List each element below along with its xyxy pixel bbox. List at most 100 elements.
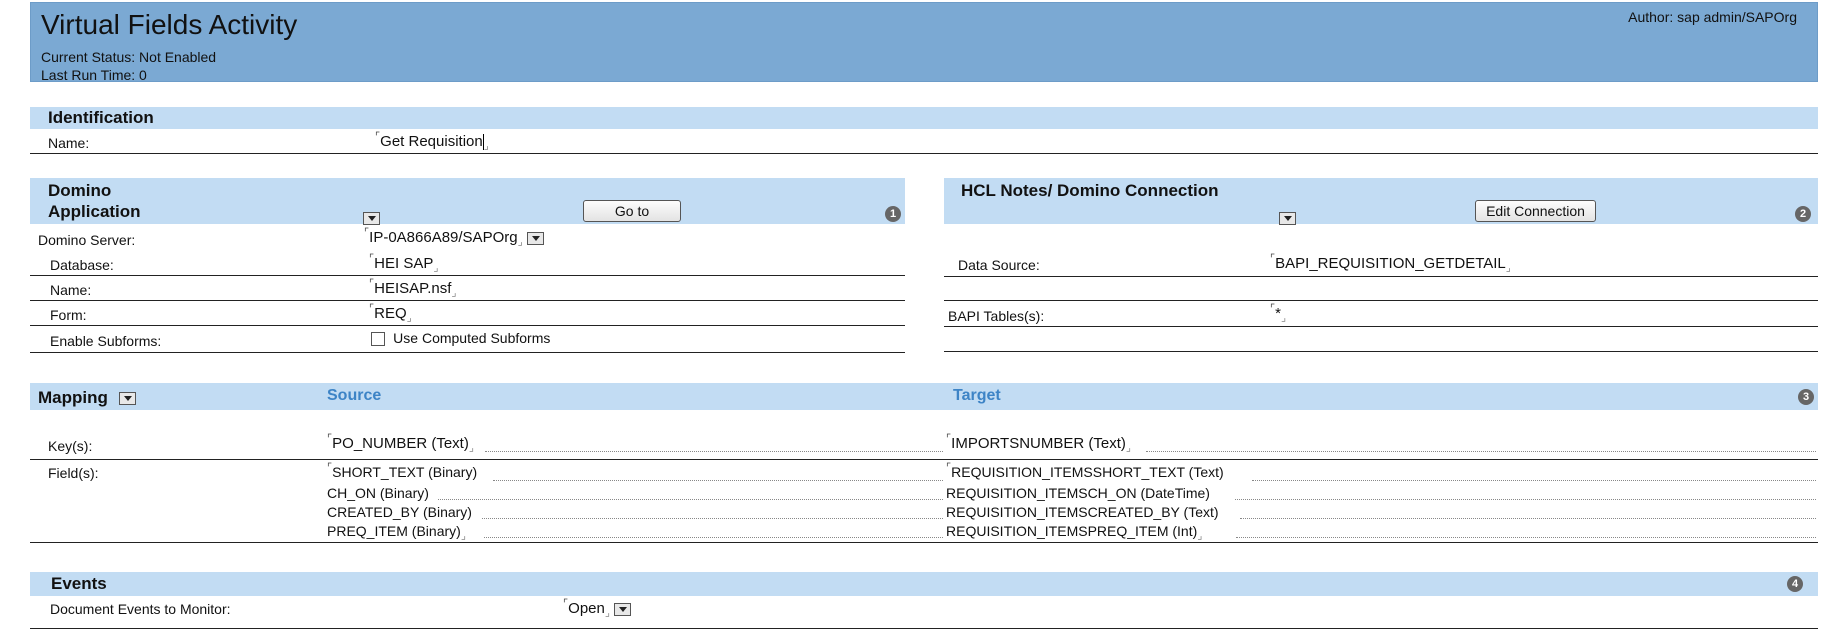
domino-heading: Domino Application xyxy=(48,180,141,222)
datasource-label: Data Source: xyxy=(958,257,1040,273)
subforms-option[interactable]: Use Computed Subforms xyxy=(371,330,550,347)
leader-line xyxy=(484,537,943,538)
field-target-2[interactable]: REQUISITION_ITEMSCH_ON (DateTime) xyxy=(946,485,1210,501)
field-end-marker xyxy=(484,133,489,150)
computed-subforms-label[interactable]: Use Computed Subforms xyxy=(393,330,550,346)
bapi-tables-field[interactable]: * xyxy=(1270,305,1286,322)
field-end-marker xyxy=(1506,255,1511,272)
field-source-3[interactable]: CREATED_BY (Binary) xyxy=(327,504,472,520)
datasource-value[interactable]: BAPI_REQUISITION_GETDETAIL xyxy=(1275,255,1506,272)
divider xyxy=(30,325,905,326)
page-title: Virtual Fields Activity xyxy=(41,9,298,40)
domino-band xyxy=(30,178,905,224)
current-status: Current Status: Not Enabled xyxy=(41,49,217,65)
key-source-value[interactable]: PO_NUMBER (Text) xyxy=(332,435,469,452)
key-target-field[interactable]: IMPORTSNUMBER (Text) xyxy=(946,435,1131,452)
events-band xyxy=(30,572,1818,596)
field-source-item[interactable]: SHORT_TEXT (Binary) xyxy=(327,463,477,484)
mapping-band xyxy=(30,383,1818,410)
db-name-field[interactable]: HEISAP.nsf xyxy=(369,280,457,297)
target-column-header: Target xyxy=(953,387,1001,404)
divider xyxy=(30,542,1818,543)
form-field[interactable]: REQ xyxy=(369,305,412,322)
domino-server-label: Domino Server: xyxy=(38,232,136,248)
step-3-icon: 3 xyxy=(1798,389,1814,405)
divider xyxy=(30,628,1818,629)
events-monitor-value[interactable]: Open xyxy=(568,600,605,617)
goto-button[interactable]: Go to xyxy=(583,200,681,222)
field-target-item[interactable]: REQUISITION_ITEMSCH_ON (DateTime) xyxy=(946,484,1224,503)
field-target-3[interactable]: REQUISITION_ITEMSCREATED_BY (Text) xyxy=(946,504,1219,520)
mapping-heading-label: Mapping xyxy=(38,388,108,407)
field-end-marker xyxy=(407,305,412,322)
datasource-field[interactable]: BAPI_REQUISITION_GETDETAIL xyxy=(1270,255,1511,272)
activity-header: Virtual Fields Activity Current Status: … xyxy=(30,2,1818,83)
identification-band xyxy=(30,107,1818,129)
computed-subforms-checkbox[interactable] xyxy=(371,332,385,347)
identification-heading: Identification xyxy=(48,108,154,127)
step-1-icon: 1 xyxy=(885,206,901,222)
author: Author: sap admin/SAPOrg xyxy=(1628,9,1797,25)
identification-name-field[interactable]: Get Requisition xyxy=(375,133,489,151)
divider xyxy=(30,153,1818,154)
step-2-icon: 2 xyxy=(1795,206,1811,222)
leader-line xyxy=(485,451,943,452)
domino-server-field[interactable]: IP-0A866A89/SAPOrg xyxy=(364,229,544,246)
leader-line xyxy=(1236,537,1816,538)
divider xyxy=(944,326,1818,327)
field-source-4[interactable]: PREQ_ITEM (Binary) xyxy=(327,523,461,539)
db-name-label: Name: xyxy=(50,282,92,298)
leader-line xyxy=(1235,499,1816,500)
divider xyxy=(944,276,1818,277)
field-end-marker xyxy=(469,435,474,452)
field-end-marker xyxy=(1126,435,1131,452)
field-end-marker xyxy=(1197,523,1202,539)
leader-line xyxy=(1146,451,1816,452)
mapping-heading: Mapping xyxy=(38,388,136,408)
field-target-item[interactable]: REQUISITION_ITEMSPREQ_ITEM (Int) xyxy=(946,522,1224,543)
field-source-item[interactable]: CREATED_BY (Binary) xyxy=(327,503,477,522)
edit-connection-button[interactable]: Edit Connection xyxy=(1475,200,1596,222)
database-label: Database: xyxy=(50,257,114,273)
connection-heading: HCL Notes/ Domino Connection xyxy=(961,181,1219,200)
database-value[interactable]: HEI SAP xyxy=(374,255,433,272)
events-monitor-dropdown[interactable] xyxy=(614,602,632,616)
form-label: Form: xyxy=(50,307,87,323)
field-source-item[interactable]: PREQ_ITEM (Binary) xyxy=(327,522,477,543)
divider xyxy=(30,459,1818,460)
field-source-2[interactable]: CH_ON (Binary) xyxy=(327,485,429,501)
database-field[interactable]: HEI SAP xyxy=(369,255,439,272)
field-target-4[interactable]: REQUISITION_ITEMSPREQ_ITEM (Int) xyxy=(946,523,1197,539)
key-target-value[interactable]: IMPORTSNUMBER (Text) xyxy=(951,435,1126,452)
domino-server-value[interactable]: IP-0A866A89/SAPOrg xyxy=(369,229,517,246)
field-end-marker xyxy=(451,280,456,297)
field-target-list[interactable]: REQUISITION_ITEMSSHORT_TEXT (Text) REQUI… xyxy=(946,463,1224,543)
field-end-marker xyxy=(461,523,466,539)
key-source-field[interactable]: PO_NUMBER (Text) xyxy=(327,435,474,452)
field-target-item[interactable]: REQUISITION_ITEMSSHORT_TEXT (Text) xyxy=(946,463,1224,484)
field-source-item[interactable]: CH_ON (Binary) xyxy=(327,484,477,503)
field-source-1[interactable]: SHORT_TEXT (Binary) xyxy=(332,464,477,480)
subforms-label: Enable Subforms: xyxy=(50,333,162,349)
identification-name-label: Name: xyxy=(48,135,90,151)
field-source-list[interactable]: SHORT_TEXT (Binary) CH_ON (Binary) CREAT… xyxy=(327,463,477,543)
domino-menu-dropdown[interactable] xyxy=(363,211,380,225)
step-4-icon: 4 xyxy=(1787,576,1803,592)
mapping-menu-dropdown[interactable] xyxy=(118,392,136,406)
field-target-1[interactable]: REQUISITION_ITEMSSHORT_TEXT (Text) xyxy=(951,464,1224,480)
leader-line xyxy=(493,480,943,481)
divider xyxy=(944,351,1818,352)
connection-menu-dropdown[interactable] xyxy=(1279,211,1297,225)
db-name-value[interactable]: HEISAP.nsf xyxy=(374,280,451,297)
events-monitor-field[interactable]: Open xyxy=(563,600,632,617)
field-end-marker xyxy=(433,255,438,272)
leader-line xyxy=(1252,480,1816,481)
divider xyxy=(30,275,905,276)
field-end-marker xyxy=(1281,305,1286,322)
form-value[interactable]: REQ xyxy=(374,305,407,322)
field-target-item[interactable]: REQUISITION_ITEMSCREATED_BY (Text) xyxy=(946,503,1224,522)
bapi-tables-label: BAPI Tables(s): xyxy=(948,308,1045,324)
domino-server-dropdown[interactable] xyxy=(526,231,544,245)
identification-name-value[interactable]: Get Requisition xyxy=(380,133,483,150)
leader-line xyxy=(438,499,943,500)
